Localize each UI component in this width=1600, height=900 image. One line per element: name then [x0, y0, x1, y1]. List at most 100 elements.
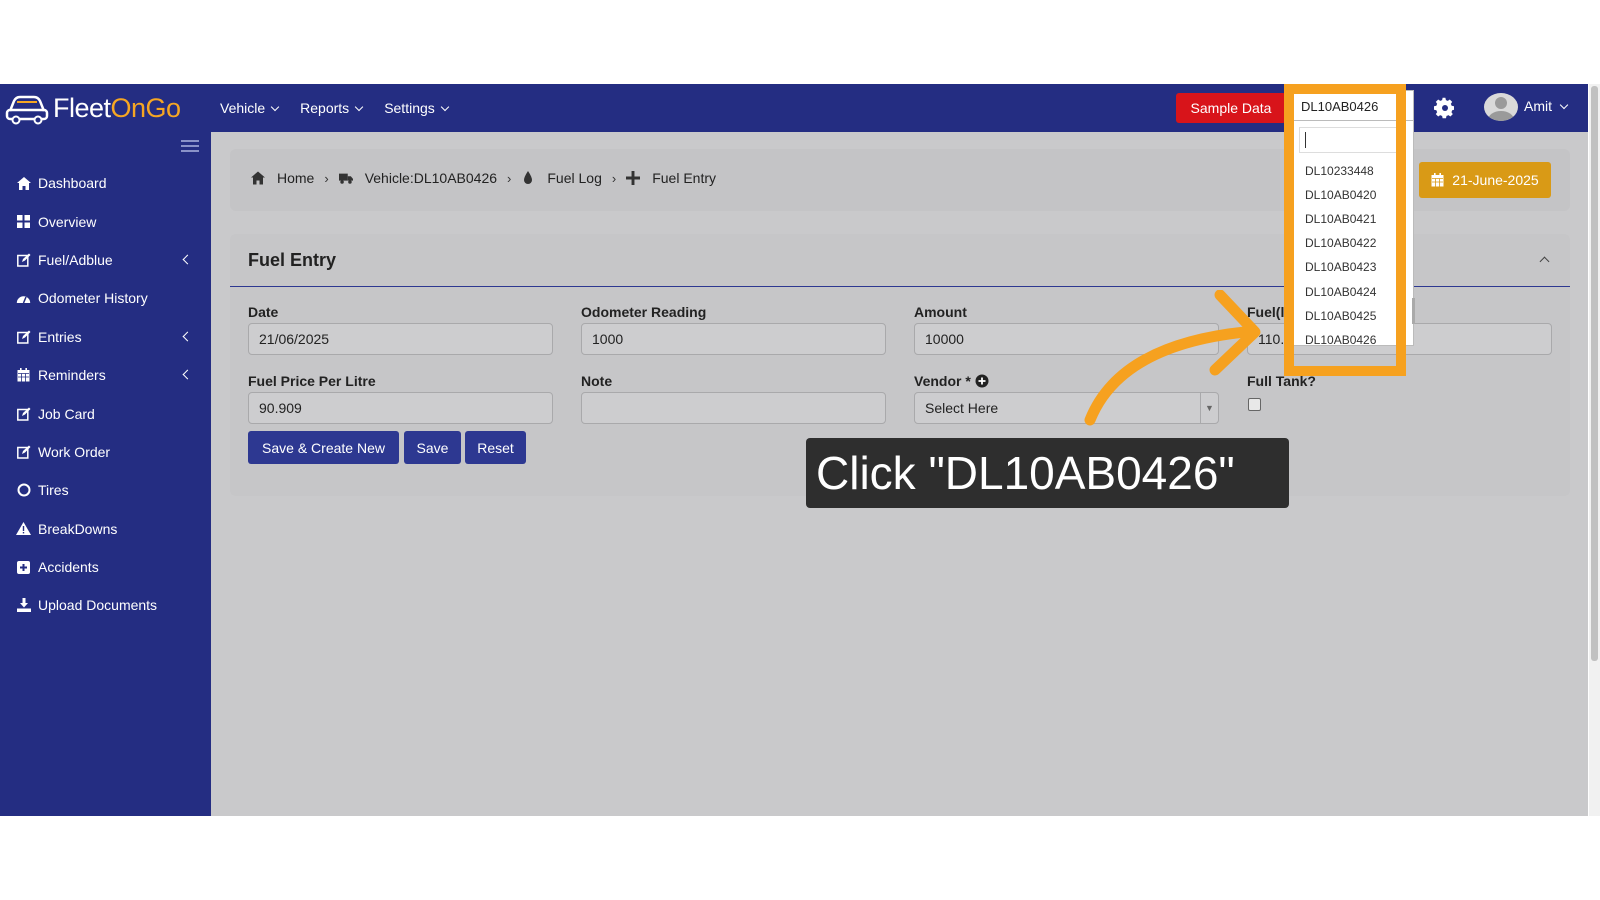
save-button[interactable]: Save [404, 431, 461, 464]
sidebar-item-work-order[interactable]: Work Order [0, 433, 211, 471]
nav-settings-label: Settings [384, 100, 435, 116]
sidebar-item-label: Reminders [38, 367, 106, 384]
breadcrumb-separator: › [507, 170, 512, 186]
sidebar-item-label: BreakDowns [38, 520, 118, 537]
grid-icon [16, 214, 31, 229]
nav-vehicle-label: Vehicle [220, 100, 266, 116]
gear-icon[interactable] [1433, 96, 1457, 120]
sample-data-button[interactable]: Sample Data [1176, 93, 1286, 123]
edit-icon [16, 444, 31, 459]
sidebar-item-reminders[interactable]: Reminders [0, 356, 211, 394]
sidebar-item-label: Overview [38, 213, 97, 230]
nav-reports-label: Reports [300, 100, 350, 116]
sidebar-item-entries[interactable]: Entries [0, 318, 211, 356]
car-logo-icon [5, 95, 49, 125]
sidebar-item-fuel-adblue[interactable]: Fuel/Adblue [0, 241, 211, 279]
sidebar-item-odometer-history[interactable]: Odometer History [0, 279, 211, 317]
sidebar-item-label: Dashboard [38, 175, 107, 192]
chevron-left-icon [182, 369, 193, 380]
breadcrumb: Home › Vehicle:DL10AB0426 › Fuel Log › F… [251, 170, 716, 186]
warning-icon [16, 521, 31, 536]
logo-text-fleet: Fleet [53, 92, 111, 123]
sidebar-item-upload-documents[interactable]: Upload Documents [0, 586, 211, 624]
reset-button[interactable]: Reset [465, 431, 526, 464]
breadcrumb-separator: › [611, 170, 617, 186]
home-icon [16, 176, 31, 191]
nav-reports[interactable]: Reports [300, 100, 364, 116]
breadcrumb-current: Fuel Entry [652, 170, 717, 186]
plus-square-icon [16, 560, 31, 575]
dropdown-scrollbar[interactable] [1412, 298, 1415, 324]
chevron-down-icon [270, 102, 280, 111]
home-icon [251, 171, 265, 185]
sidebar-item-breakdowns[interactable]: BreakDowns [0, 510, 211, 548]
chevron-left-icon [182, 254, 193, 265]
sidebar-item-dashboard[interactable]: Dashboard [0, 164, 211, 202]
date-label: Date [248, 304, 279, 320]
calendar-icon [1431, 173, 1444, 187]
note-label: Note [581, 373, 613, 389]
sidebar-item-label: Fuel/Adblue [38, 251, 113, 268]
edit-icon [16, 252, 31, 267]
gauge-icon [16, 291, 31, 306]
scrollbar-thumb[interactable] [1591, 86, 1598, 661]
logo-text-ongo: OnGo [110, 92, 182, 123]
breadcrumb-home[interactable]: Home [277, 170, 314, 186]
sidebar-item-label: Accidents [38, 559, 99, 576]
odometer-input[interactable]: 1000 [581, 323, 886, 355]
user-menu[interactable]: Amit [1524, 98, 1569, 114]
chevron-left-icon [182, 331, 193, 342]
chevron-down-icon [354, 102, 364, 111]
date-button-label: 21-June-2025 [1452, 172, 1539, 188]
circle-icon [16, 483, 31, 498]
calendar-icon [16, 368, 31, 383]
sidebar-item-label: Work Order [38, 443, 111, 460]
nav-vehicle[interactable]: Vehicle [220, 100, 280, 116]
download-icon [16, 598, 31, 613]
collapse-chevron-icon[interactable] [1539, 256, 1550, 267]
chevron-down-icon [440, 102, 450, 111]
avatar[interactable] [1484, 93, 1518, 121]
sidebar-item-label: Entries [38, 328, 82, 345]
breadcrumb-fuel-log[interactable]: Fuel Log [547, 170, 601, 186]
date-input[interactable]: 21/06/2025 [248, 323, 553, 355]
date-button[interactable]: 21-June-2025 [1419, 162, 1551, 198]
sidebar-item-label: Odometer History [38, 290, 148, 307]
vendor-select-placeholder: Select Here [925, 400, 999, 416]
hamburger-menu-icon[interactable] [181, 140, 199, 152]
sidebar-item-label: Job Card [38, 405, 95, 422]
breadcrumb-vehicle[interactable]: Vehicle:DL10AB0426 [365, 170, 497, 186]
main-nav: Vehicle Reports Settings [220, 84, 450, 132]
price-input[interactable]: 90.909 [248, 392, 553, 424]
user-name: Amit [1524, 98, 1552, 114]
odometer-label: Odometer Reading [581, 304, 707, 320]
nav-settings[interactable]: Settings [384, 100, 450, 116]
amount-label: Amount [914, 304, 967, 320]
save-create-new-button[interactable]: Save & Create New [248, 431, 399, 464]
sidebar-item-overview[interactable]: Overview [0, 202, 211, 240]
edit-icon [16, 406, 31, 421]
add-vendor-icon[interactable] [975, 374, 989, 388]
chevron-down-icon [1559, 100, 1569, 109]
highlight-box [1284, 84, 1406, 376]
sidebar-item-accidents[interactable]: Accidents [0, 548, 211, 586]
sidebar: Dashboard Overview Fuel/Adblue Odometer … [0, 132, 211, 816]
fleetongo-logo[interactable]: FleetOnGo [4, 90, 181, 126]
logo-text: FleetOnGo [53, 93, 181, 124]
truck-icon [338, 173, 353, 184]
form-title: Fuel Entry [248, 250, 337, 270]
price-label: Fuel Price Per Litre [248, 373, 376, 389]
edit-icon [16, 329, 31, 344]
fuel-drop-icon [524, 171, 533, 184]
sidebar-item-label: Tires [38, 482, 69, 499]
note-input[interactable] [581, 392, 886, 424]
instruction-callout: Click "DL10AB0426" [806, 438, 1289, 508]
plus-icon [626, 171, 641, 185]
sidebar-item-tires[interactable]: Tires [0, 471, 211, 509]
page-scrollbar[interactable] [1589, 84, 1600, 816]
sidebar-item-job-card[interactable]: Job Card [0, 394, 211, 432]
sidebar-item-label: Upload Documents [38, 597, 158, 614]
pointer-arrow-icon [1084, 290, 1261, 426]
vendor-label: Vendor * [914, 373, 971, 389]
breadcrumb-separator: › [324, 170, 329, 186]
